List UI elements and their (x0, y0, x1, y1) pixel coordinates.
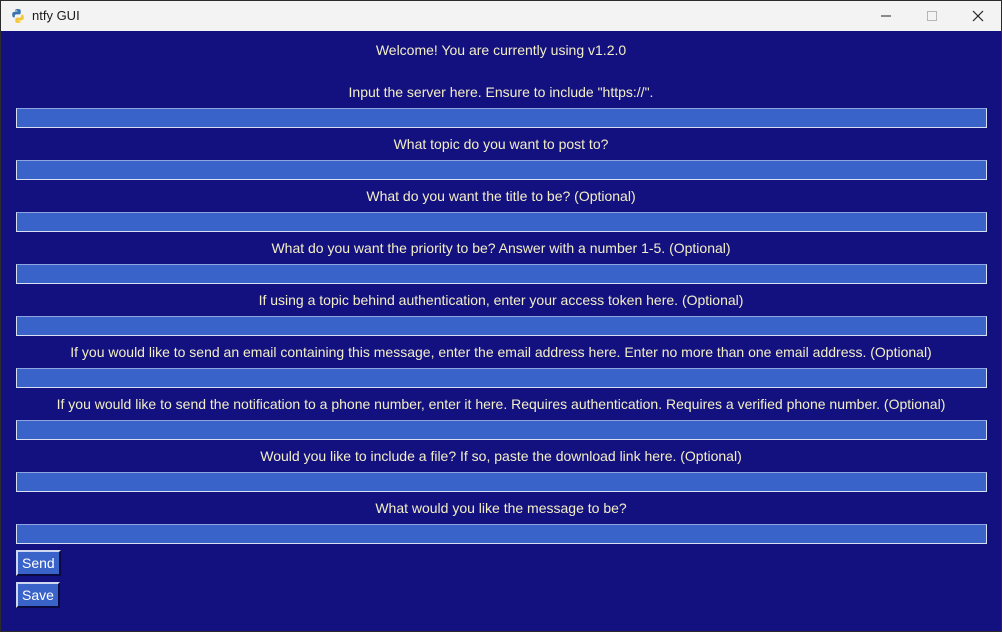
topic-input[interactable] (16, 160, 987, 180)
title-bar[interactable]: ntfy GUI (1, 1, 1001, 31)
maximize-icon (927, 11, 937, 21)
phone-label: If you would like to send the notificati… (56, 396, 946, 412)
minimize-icon (881, 15, 891, 17)
title-input[interactable] (16, 212, 987, 232)
python-icon (12, 9, 24, 23)
title-label: What do you want the title to be? (Optio… (366, 188, 636, 204)
priority-input[interactable] (16, 264, 987, 284)
attachment-label: Would you like to include a file? If so,… (260, 448, 742, 464)
send-button[interactable]: Send (16, 550, 61, 576)
topic-label: What topic do you want to post to? (393, 136, 609, 152)
attachment-input[interactable] (16, 472, 987, 492)
close-button[interactable] (955, 1, 1001, 31)
window-title: ntfy GUI (32, 8, 80, 23)
server-input[interactable] (16, 108, 987, 128)
save-button[interactable]: Save (16, 582, 60, 608)
access-token-input[interactable] (16, 316, 987, 336)
phone-input[interactable] (16, 420, 987, 440)
close-icon (972, 10, 984, 22)
message-input[interactable] (16, 524, 987, 544)
server-label: Input the server here. Ensure to include… (348, 84, 654, 100)
welcome-text: Welcome! You are currently using v1.2.0 (375, 42, 627, 58)
maximize-button[interactable] (909, 1, 955, 31)
access-token-label: If using a topic behind authentication, … (258, 292, 744, 308)
email-label: If you would like to send an email conta… (70, 344, 932, 360)
form-area: Welcome! You are currently using v1.2.0 … (1, 31, 1001, 631)
app-window: ntfy GUI Welcome! You are currently usin… (0, 0, 1002, 632)
priority-label: What do you want the priority to be? Ans… (271, 240, 731, 256)
email-input[interactable] (16, 368, 987, 388)
minimize-button[interactable] (863, 1, 909, 31)
message-label: What would you like the message to be? (375, 500, 627, 516)
